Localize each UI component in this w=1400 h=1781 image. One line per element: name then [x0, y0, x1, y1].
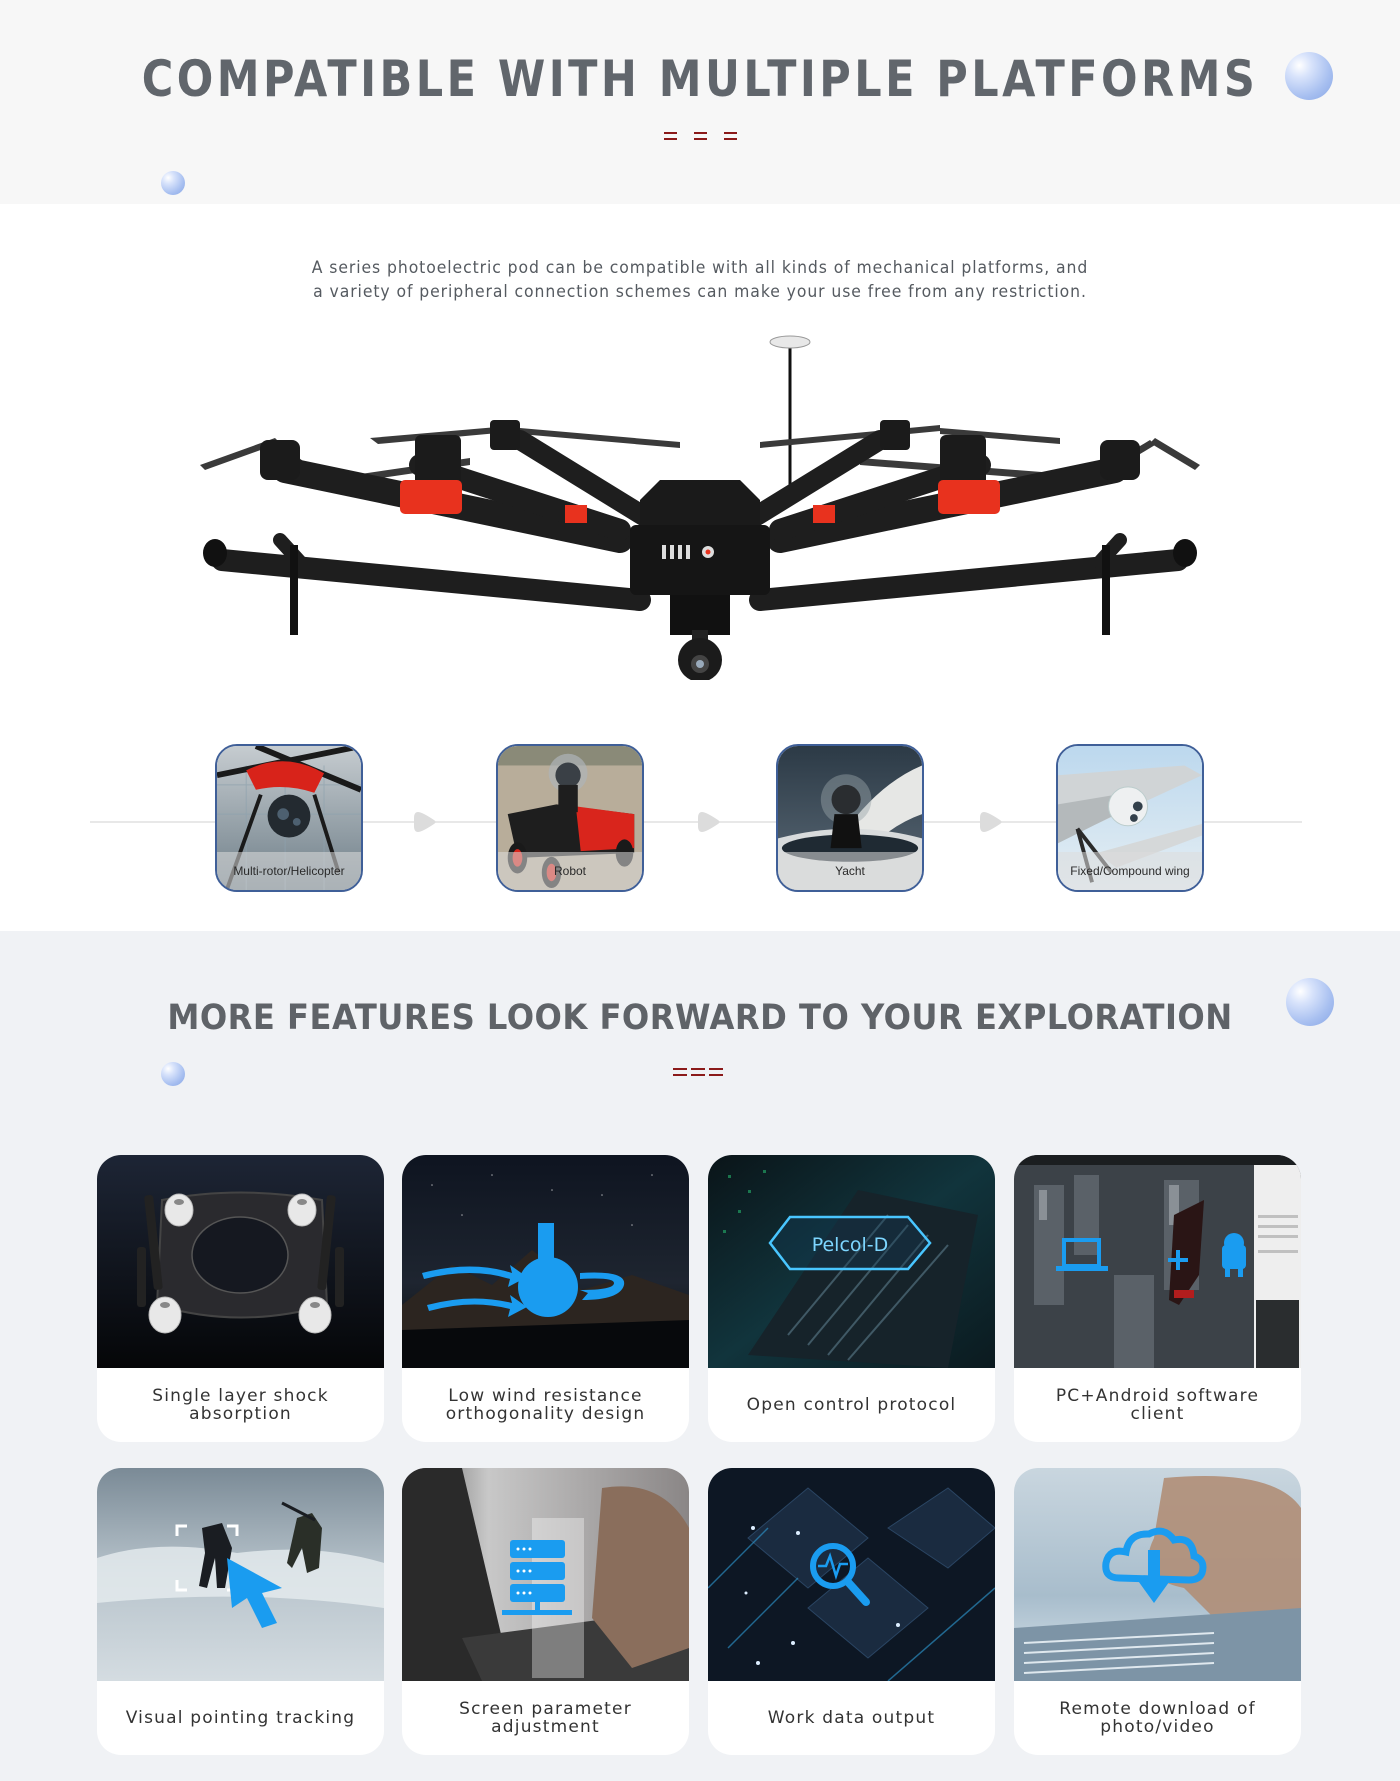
wind-gimbal-icon: [402, 1155, 689, 1368]
data-output-magnifier-icon: [708, 1468, 995, 1681]
feature-card-software-client[interactable]: PC+Android software client: [1014, 1155, 1301, 1442]
decorative-orb: [161, 1062, 185, 1086]
divider-dash: [673, 1068, 687, 1076]
arrow-right-icon: [698, 812, 720, 832]
arrow-right-icon: [414, 812, 436, 832]
gimbal-camera: [678, 630, 722, 680]
divider-dash: [724, 132, 737, 140]
visual-tracking-icon: [97, 1468, 384, 1681]
feature-label: Screen parameter adjustment: [459, 1699, 632, 1737]
description-line-1: A series photoelectric pod can be compat…: [311, 258, 1089, 278]
decorative-orb: [1285, 52, 1333, 100]
section-description: A series photoelectric pod can be compat…: [56, 256, 1344, 304]
title-divider: [673, 1068, 723, 1076]
divider-dash: [691, 1068, 705, 1076]
platform-label: Fixed/Compound wing: [1058, 852, 1202, 890]
protocol-keyboard-icon: Pelcol-D: [708, 1155, 995, 1368]
feature-card-remote-download[interactable]: Remote download of photo/video: [1014, 1468, 1301, 1755]
feature-label: Single layer shock absorption: [152, 1386, 329, 1424]
feature-card-open-control-protocol[interactable]: Pelcol-D Open control protocol: [708, 1155, 995, 1442]
platform-label: Yacht: [778, 852, 922, 890]
platform-label: Robot: [498, 852, 642, 890]
divider-dash: [664, 132, 677, 140]
feature-label: Visual pointing tracking: [125, 1708, 356, 1728]
hero-drone-image: [200, 335, 1200, 680]
decorative-orb: [1286, 978, 1334, 1026]
software-client-screen-icon: [1014, 1155, 1301, 1368]
platform-tile-multirotor[interactable]: Multi-rotor/Helicopter: [215, 744, 363, 892]
shock-absorption-plate-icon: [97, 1155, 384, 1368]
feature-label: PC+Android software client: [1055, 1386, 1260, 1424]
feature-label: Work data output: [767, 1708, 936, 1728]
divider-dash: [694, 132, 707, 140]
protocol-overlay-text: Pelcol-D: [812, 1234, 889, 1256]
feature-label: Remote download of photo/video: [1059, 1699, 1256, 1737]
platform-tile-fixed-wing[interactable]: Fixed/Compound wing: [1056, 744, 1204, 892]
feature-label: Low wind resistance orthogonality design: [445, 1386, 646, 1424]
drone-body: [630, 480, 770, 635]
feature-card-low-wind-resistance[interactable]: Low wind resistance orthogonality design: [402, 1155, 689, 1442]
divider-dash: [709, 1068, 723, 1076]
platform-label: Multi-rotor/Helicopter: [217, 852, 361, 890]
cloud-download-icon: [1014, 1468, 1301, 1681]
platform-tile-robot[interactable]: Robot: [496, 744, 644, 892]
feature-card-shock-absorption[interactable]: Single layer shock absorption: [97, 1155, 384, 1442]
description-line-2: a variety of peripheral connection schem…: [313, 282, 1087, 302]
section-title-features: MORE FEATURES LOOK FORWARD TO YOUR EXPLO…: [167, 998, 1233, 1038]
title-divider: [664, 132, 737, 140]
parameter-adjustment-icon: [402, 1468, 689, 1681]
decorative-orb: [161, 171, 185, 195]
feature-label: Open control protocol: [746, 1395, 957, 1415]
arrow-right-icon: [980, 812, 1002, 832]
feature-card-work-data-output[interactable]: Work data output: [708, 1468, 995, 1755]
feature-card-visual-tracking[interactable]: Visual pointing tracking: [97, 1468, 384, 1755]
feature-card-screen-parameter[interactable]: Screen parameter adjustment: [402, 1468, 689, 1755]
platform-tile-yacht[interactable]: Yacht: [776, 744, 924, 892]
section-title-platforms: COMPATIBLE WITH MULTIPLE PLATFORMS: [141, 50, 1259, 108]
